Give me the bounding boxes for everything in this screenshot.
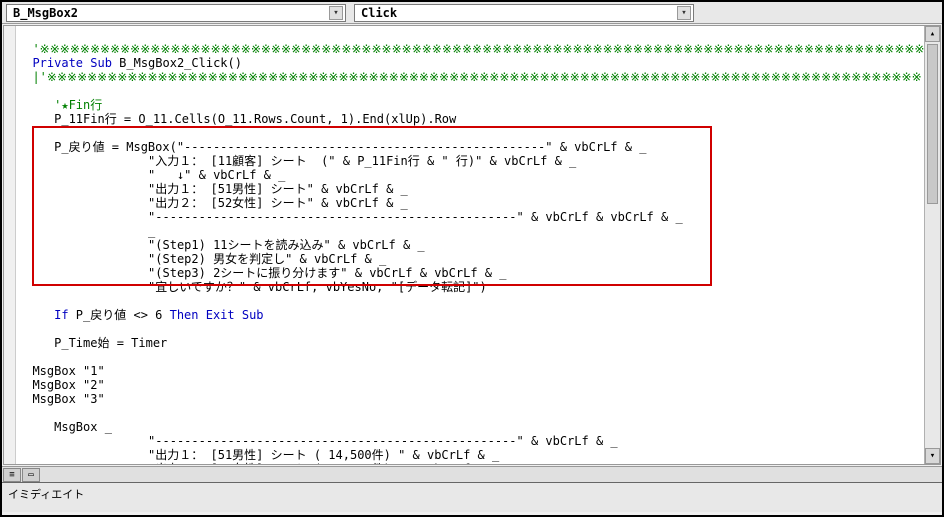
procedure-dropdown-label: Click [361, 6, 397, 20]
code-line: P_Time始 = Timer [18, 336, 167, 350]
scroll-down-arrow-icon[interactable]: ▾ [925, 448, 940, 464]
code-line: _ [18, 224, 155, 238]
code-content: '※※※※※※※※※※※※※※※※※※※※※※※※※※※※※※※※※※※※※※※… [18, 28, 925, 465]
code-line: "出力２： [52女性] シート" & vbCrLf & _ [18, 196, 408, 210]
scroll-up-arrow-icon[interactable]: ▴ [925, 26, 940, 42]
procedure-dropdown[interactable]: Click ▾ [354, 4, 694, 22]
single-view-button[interactable]: ≡ [3, 468, 21, 482]
chevron-down-icon: ▾ [677, 6, 691, 20]
code-line: " ↓" & vbCrLf & _ [18, 168, 285, 182]
code-line: "(Step1) 11シートを読み込み" & vbCrLf & _ [18, 238, 425, 252]
code-line: '※※※※※※※※※※※※※※※※※※※※※※※※※※※※※※※※※※※※※※※… [18, 42, 925, 56]
code-line: Private Sub [18, 56, 112, 70]
immediate-title: イミディエイト [8, 488, 84, 501]
code-line: |'※※※※※※※※※※※※※※※※※※※※※※※※※※※※※※※※※※※※※※… [18, 70, 922, 84]
code-line: If [18, 308, 69, 322]
code-line: "---------------------------------------… [18, 210, 683, 224]
code-line: MsgBox _ [18, 420, 112, 434]
scroll-thumb[interactable] [927, 44, 938, 204]
code-line: MsgBox "1" [18, 364, 105, 378]
code-line: "---------------------------------------… [18, 434, 618, 448]
code-line: "宜しいですか？" & vbCrLf, vbYesNo, "[データ転記]") [18, 280, 487, 294]
code-gutter [4, 26, 16, 464]
vertical-scrollbar[interactable]: ▴ ▾ [924, 26, 940, 464]
object-dropdown[interactable]: B_MsgBox2 ▾ [6, 4, 346, 22]
code-editor[interactable]: '※※※※※※※※※※※※※※※※※※※※※※※※※※※※※※※※※※※※※※※… [3, 25, 941, 465]
code-line: "出力１： [51男性] シート ( 14,500件) " & vbCrLf &… [18, 448, 499, 462]
code-line: "出力２： [52女性] シート ( 15,500件) " & vbCrLf &… [18, 462, 499, 465]
code-line: "(Step3) 2シートに振り分けます" & vbCrLf & vbCrLf … [18, 266, 506, 280]
view-mode-bar: ≡ ▭ [2, 466, 942, 482]
code-line: P_戻り値 = MsgBox("------------------------… [18, 140, 646, 154]
object-dropdown-label: B_MsgBox2 [13, 6, 78, 20]
code-line: '★Fin行 [18, 98, 102, 112]
full-view-button[interactable]: ▭ [22, 468, 40, 482]
code-line: MsgBox "3" [18, 392, 105, 406]
code-line: "(Step2) 男女を判定し" & vbCrLf & _ [18, 252, 386, 266]
code-line: MsgBox "2" [18, 378, 105, 392]
code-toolbar: B_MsgBox2 ▾ Click ▾ [2, 2, 942, 24]
immediate-window[interactable]: イミディエイト [2, 482, 942, 512]
code-line: P_11Fin行 = O_11.Cells(O_11.Rows.Count, 1… [18, 112, 456, 126]
chevron-down-icon: ▾ [329, 6, 343, 20]
code-line: "出力１： [51男性] シート" & vbCrLf & _ [18, 182, 408, 196]
code-line: "入力１： [11顧客] シート (" & P_11Fin行 & " 行)" &… [18, 154, 576, 168]
